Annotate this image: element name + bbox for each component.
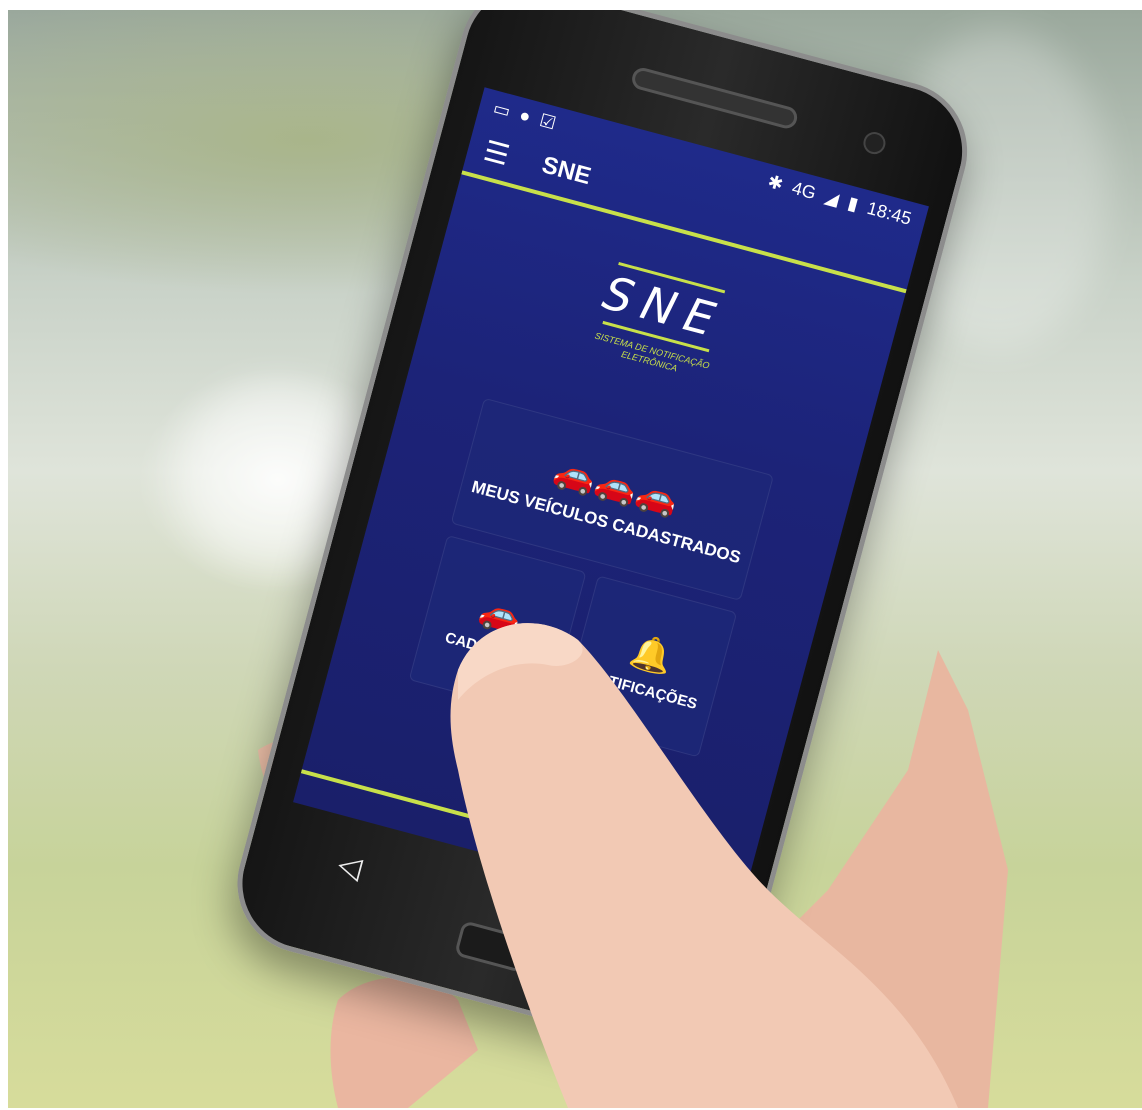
car-add-icon: 🚗 — [475, 590, 527, 638]
front-camera — [860, 129, 888, 157]
notifications-tile[interactable]: 🔔 NOTIFICAÇÕES — [559, 575, 738, 758]
bell-icon: 🔔 — [626, 630, 677, 679]
sim-icon: ▭ — [491, 97, 513, 121]
whatsapp-icon: ● — [517, 104, 534, 127]
register-label: CADASTRAR — [443, 628, 540, 670]
status-time: 18:45 — [865, 197, 914, 229]
sne-logo: SNE SISTEMA DE NOTIFICAÇÃO ELETRÔNICA — [545, 247, 769, 415]
back-nav-icon[interactable]: ◁ — [334, 847, 365, 887]
bluetooth-icon: ✱ — [765, 170, 786, 194]
battery-icon: ▮ — [845, 192, 861, 215]
logo-text: SNE — [597, 265, 731, 350]
bottom-accent-line — [300, 769, 747, 893]
notifications-label: NOTIFICAÇÕES — [585, 666, 700, 713]
hamburger-menu-icon[interactable]: ☰ — [480, 133, 527, 175]
photo-background: ▭ ● ☑ ✱ 4G ◢ ▮ 18:45 ☰ SNE SNE SISTEMA D… — [8, 10, 1142, 1108]
home-button[interactable] — [453, 920, 531, 974]
app-title: SNE — [539, 151, 594, 191]
earpiece-speaker — [629, 65, 800, 131]
network-type: 4G — [789, 177, 819, 203]
signal-icon: ◢ — [822, 186, 842, 209]
register-vehicle-tile[interactable]: 🚗 CADASTRAR — [408, 534, 587, 718]
clipboard-check-icon: ☑ — [537, 109, 559, 134]
